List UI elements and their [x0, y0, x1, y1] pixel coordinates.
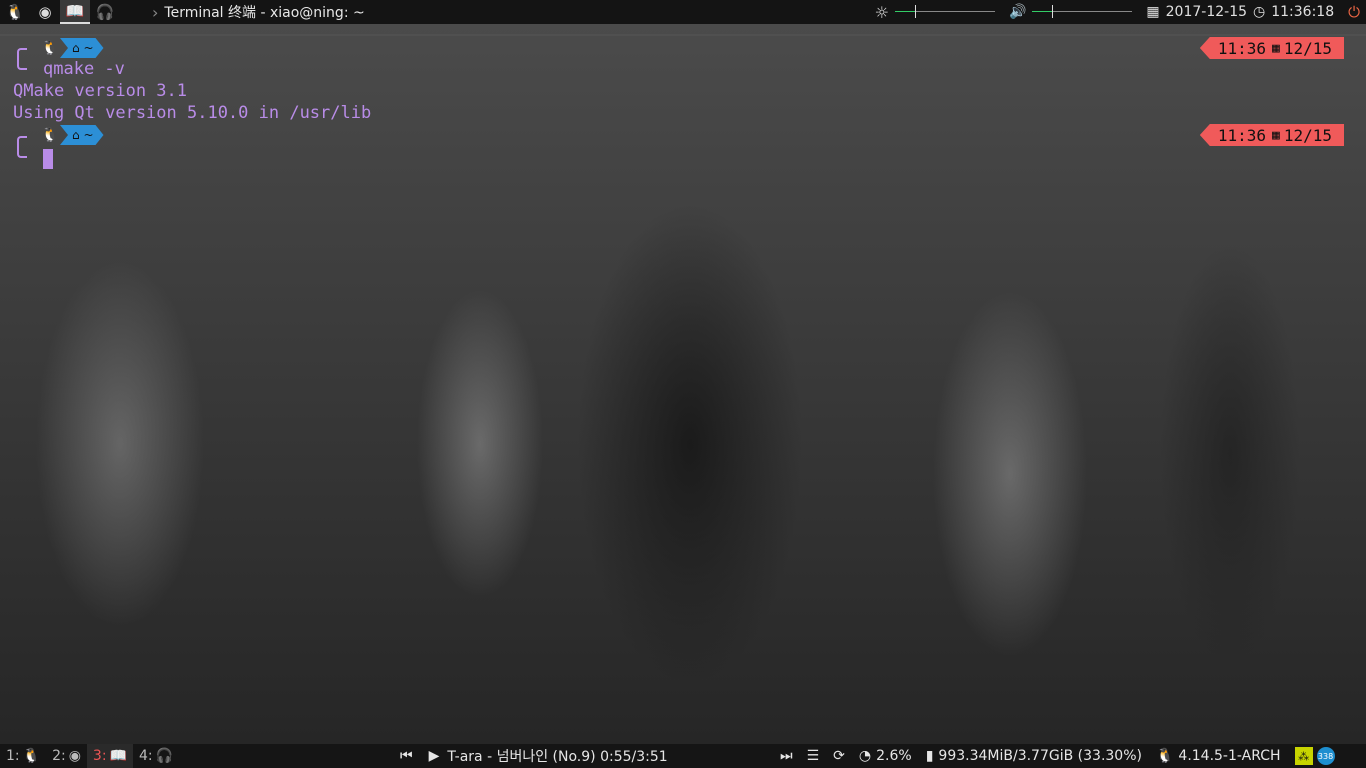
book-icon[interactable]: 📖 — [60, 0, 90, 24]
cpu-usage: ◔ 2.6% — [858, 748, 912, 764]
right-prompt: 11:36 ▦ 12/15 — [1199, 124, 1344, 146]
rprompt-date: 12/15 — [1283, 125, 1332, 145]
brightness-icon[interactable]: ☼ — [875, 3, 889, 22]
previous-track-icon[interactable]: ⏮ — [400, 748, 413, 764]
right-prompt: 11:36 ▦ 12/15 — [1199, 37, 1344, 59]
text-cursor — [43, 149, 53, 169]
play-icon[interactable]: ▶ — [429, 748, 440, 764]
headphones-icon: 🎧 — [155, 748, 174, 764]
memory-icon: ▮ — [925, 748, 934, 764]
desktop-wallpaper — [0, 24, 1366, 744]
memory-usage: ▮ 993.34MiB/3.77GiB (33.30%) — [925, 748, 1142, 764]
status-widgets: ⏭ ☰ ⟳ ◔ 2.6% ▮ 993.34MiB/3.77GiB (33.30%) … — [780, 744, 1335, 768]
update-badge-icon[interactable]: 338 — [1316, 747, 1335, 765]
terminal-window[interactable] — [0, 34, 1366, 736]
music-player: ⏮ ▶ T-ara - 넘버나인 (No.9) 0:55/3:51 — [400, 744, 668, 768]
tux-icon: 🐧 — [22, 748, 41, 764]
clock-icon: ◷ — [1253, 4, 1266, 20]
rprompt-time: 11:36 — [1217, 38, 1266, 58]
calendar-icon: ▦ — [1146, 4, 1160, 20]
workspace-3[interactable]: 3: 📖 — [86, 744, 133, 768]
home-dir-label: ~ — [83, 41, 94, 55]
gauge-icon: ◔ — [858, 748, 872, 764]
repeat-icon[interactable]: ⟳ — [833, 748, 845, 764]
playlist-icon[interactable]: ☰ — [807, 748, 820, 764]
bottom-panel: 1: 🐧 2: ◉ 3: 📖 4: 🎧 ⏮ ▶ T-ara - 넘버나인 (No.9) … — [0, 744, 1366, 768]
volume-slider[interactable] — [1032, 0, 1133, 24]
workspace-1[interactable]: 1: 🐧 — [0, 744, 46, 768]
next-track-icon[interactable]: ⏭ — [780, 748, 793, 764]
workspace-4[interactable]: 4: 🎧 — [133, 744, 179, 768]
rprompt-time: 11:36 — [1217, 125, 1266, 145]
brightness-slider[interactable] — [894, 0, 995, 24]
window-title-text: Terminal 终端 - xiao@ning: ~ — [164, 5, 365, 21]
top-right-widgets: ☼ 🔊 ▦ 2017-12-15 ◷ 11:36:18 ⏻ — [875, 0, 1366, 24]
system-tray: ⁂ 338 — [1294, 747, 1335, 765]
prompt-bracket — [17, 136, 27, 158]
prompt-bracket — [17, 48, 27, 70]
input-method-icon[interactable]: ⁂ — [1294, 747, 1313, 765]
prompt-segment: 🐧 ⌂ ~ — [40, 38, 104, 58]
firefox-icon[interactable]: ◉ — [30, 0, 60, 24]
headphones-icon[interactable]: 🎧 — [90, 0, 120, 24]
date-text[interactable]: 2017-12-15 — [1166, 4, 1247, 20]
chevron-right-icon: › — [152, 2, 159, 22]
tux-icon[interactable]: 🐧 — [0, 0, 30, 24]
top-panel: 🐧 ◉ 📖 🎧 › Terminal 终端 - xiao@ning: ~ ☼ 🔊… — [0, 0, 1366, 24]
time-text[interactable]: 11:36:18 — [1271, 4, 1334, 20]
home-dir-chip: ⌂ ~ — [60, 38, 104, 58]
rprompt-date: 12/15 — [1283, 38, 1332, 58]
firefox-icon: ◉ — [68, 748, 81, 764]
power-icon[interactable]: ⏻ — [1348, 3, 1360, 21]
volume-icon[interactable]: 🔊 — [1009, 4, 1026, 20]
kernel-version: 🐧 4.14.5-1-ARCH — [1155, 748, 1281, 764]
track-info: T-ara - 넘버나인 (No.9) 0:55/3:51 — [447, 749, 668, 765]
tux-icon: 🐧 — [1155, 748, 1174, 764]
tux-icon: 🐧 — [41, 127, 59, 143]
window-title: › Terminal 终端 - xiao@ning: ~ — [152, 2, 365, 22]
output-line: Using Qt version 5.10.0 in /usr/lib — [13, 103, 372, 123]
workspace-2[interactable]: 2: ◉ — [46, 744, 87, 768]
tux-icon: 🐧 — [41, 40, 59, 56]
home-dir-chip: ⌂ ~ — [60, 125, 104, 145]
prompt-segment: 🐧 ⌂ ~ — [40, 125, 104, 145]
book-icon: 📖 — [109, 748, 127, 764]
calendar-icon: ▦ — [1272, 40, 1280, 56]
calendar-icon: ▦ — [1272, 127, 1280, 143]
output-line: QMake version 3.1 — [13, 81, 187, 101]
home-dir-label: ~ — [83, 128, 94, 142]
command-line: qmake -v — [43, 59, 125, 79]
